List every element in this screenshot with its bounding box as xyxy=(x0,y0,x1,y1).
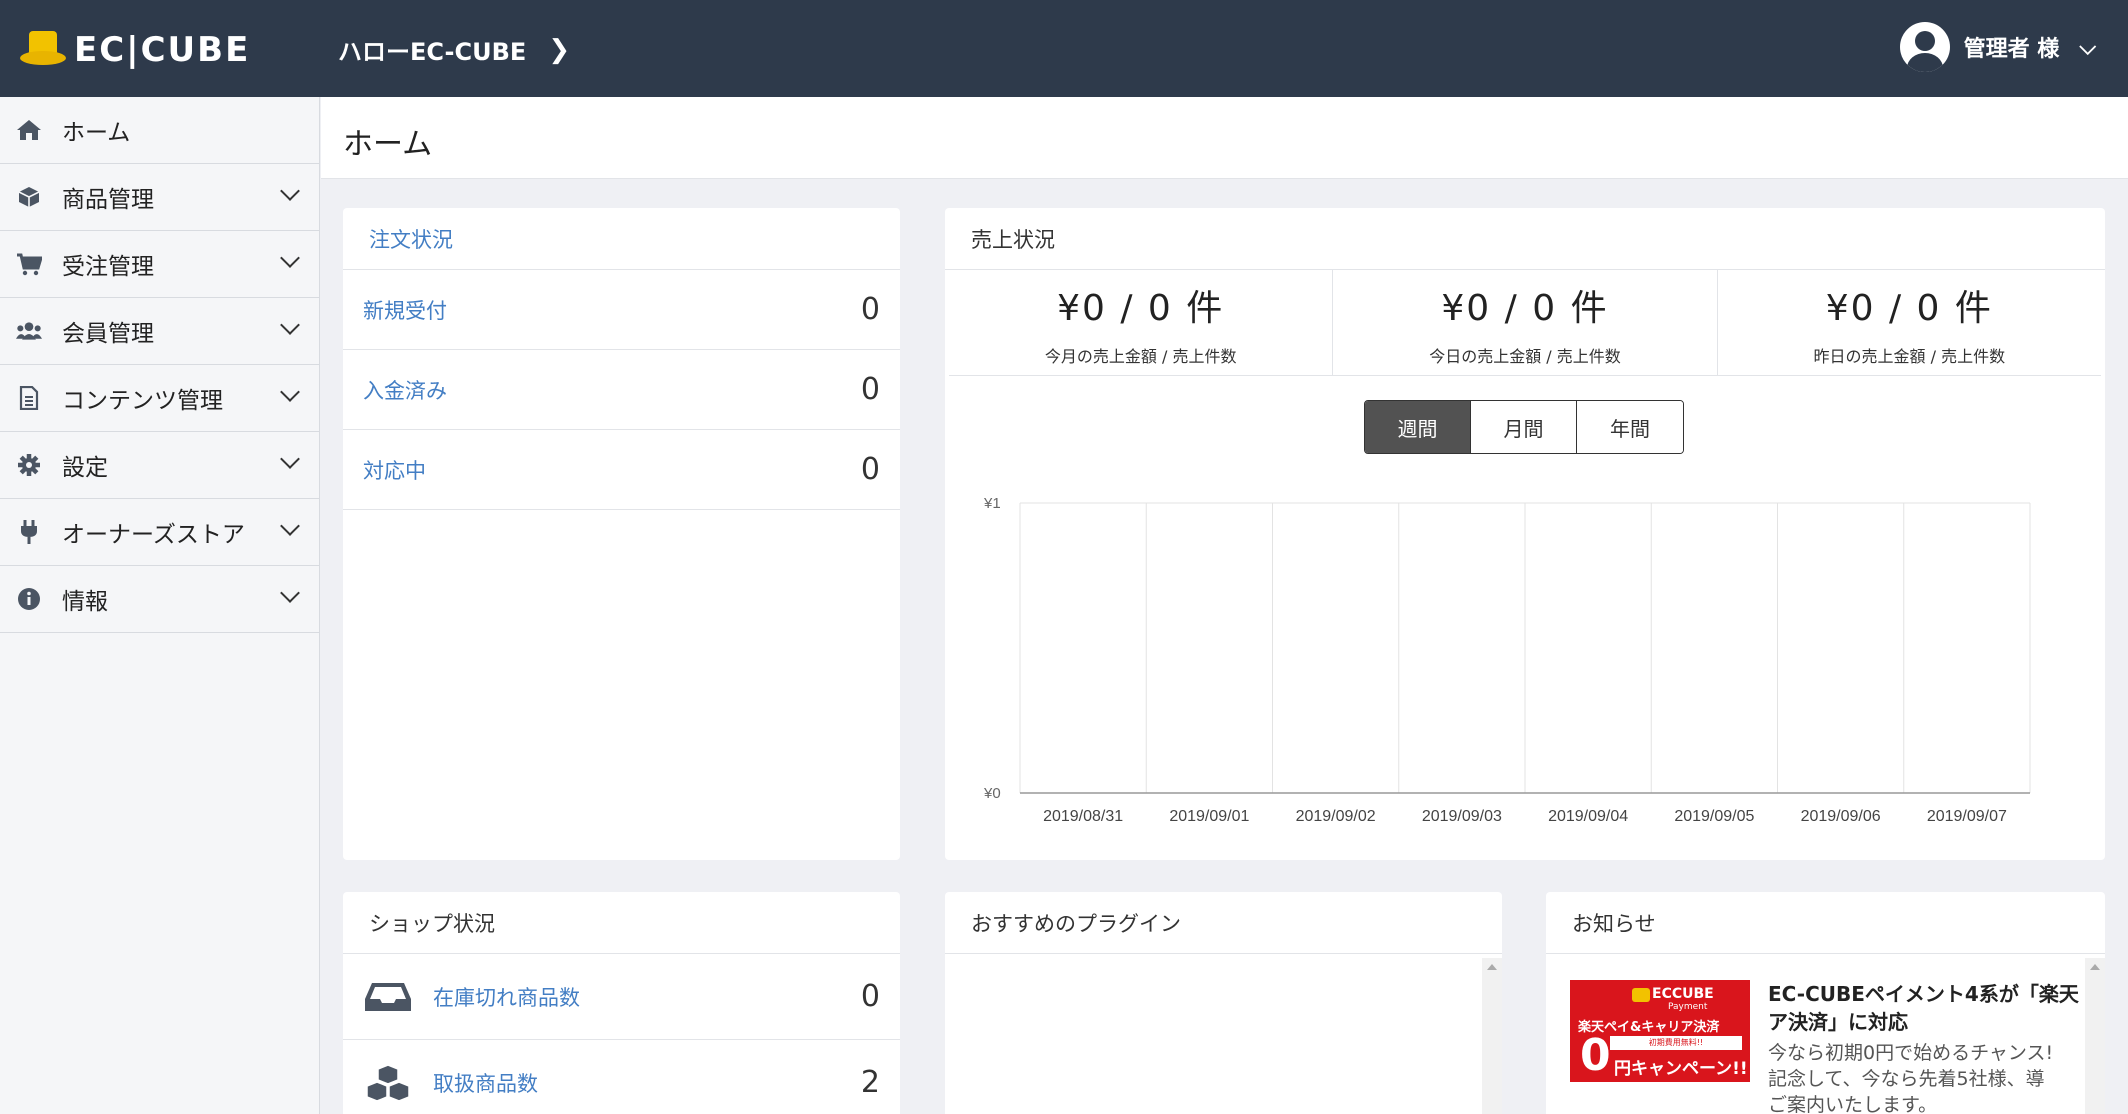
hat-logo-icon xyxy=(1632,988,1650,1002)
banner-brand: ECCUBE xyxy=(1652,986,1714,1002)
user-menu[interactable]: 管理者 様 ⌵ xyxy=(1899,22,2096,72)
order-row-paid[interactable]: 入金済み 0 xyxy=(343,350,900,430)
chart-x-tick-label: 2019/09/03 xyxy=(1422,808,1502,825)
file-icon xyxy=(16,385,42,411)
news-item-title[interactable]: EC-CUBEペイメント4系が「楽天 ア決済」に対応 xyxy=(1768,980,2088,1036)
sales-status-card: 売上状況 ¥0 / 0 件 今月の売上金額 / 売上件数 ¥0 / 0 件 今日… xyxy=(945,208,2105,860)
shop-row-out-of-stock[interactable]: 在庫切れ商品数 0 xyxy=(343,954,900,1040)
chevron-down-icon: ⌵ xyxy=(2079,34,2096,60)
chart-y-tick-label: ¥1 xyxy=(983,495,1001,512)
scroll-up-icon[interactable] xyxy=(2090,964,2100,970)
info-icon xyxy=(16,586,42,612)
order-count: 0 xyxy=(860,292,880,327)
shop-name-link[interactable]: ハローEC-CUBE ❯ xyxy=(338,32,570,67)
news-title: お知らせ xyxy=(1546,892,2105,954)
chart-x-tick-label: 2019/09/06 xyxy=(1801,808,1881,825)
order-count: 0 xyxy=(860,372,880,407)
order-row-in-progress[interactable]: 対応中 0 xyxy=(343,430,900,510)
sidebar-item-label: コンテンツ管理 xyxy=(62,388,223,414)
shop-name: ハローEC-CUBE xyxy=(338,38,527,66)
chart-x-tick-label: 2019/09/01 xyxy=(1169,808,1249,825)
banner-campaign: 円キャンペーン!! xyxy=(1614,1059,1748,1079)
logo-text: EC|CUBE xyxy=(74,30,251,70)
sidebar-item-members[interactable]: 会員管理 xyxy=(0,298,319,365)
chevron-down-icon xyxy=(280,181,300,201)
chevron-right-icon: ❯ xyxy=(548,34,571,65)
shop-row-products[interactable]: 取扱商品数 2 xyxy=(343,1040,900,1114)
chart-y-tick-label: ¥0 xyxy=(983,785,1001,802)
chevron-down-icon xyxy=(280,449,300,469)
cart-icon xyxy=(16,251,42,277)
sidebar-item-label: 受注管理 xyxy=(62,254,154,280)
scroll-up-icon[interactable] xyxy=(1487,964,1497,970)
user-avatar-icon xyxy=(1899,22,1950,72)
chevron-down-icon xyxy=(280,315,300,335)
sidebar-item-label: 情報 xyxy=(62,589,108,615)
shop-label[interactable]: 取扱商品数 xyxy=(433,1068,538,1098)
plug-icon xyxy=(16,519,42,545)
page-title-bar: ホーム xyxy=(321,97,2128,179)
recommended-plugins-title: おすすめのプラグイン xyxy=(945,892,1502,954)
news-card: お知らせ ECCUBE Payment 楽天ペイ&キャリア決済 初期費用無料!!… xyxy=(1546,892,2105,1114)
shop-count: 2 xyxy=(860,1065,880,1100)
order-label[interactable]: 入金済み xyxy=(363,375,447,405)
chart-x-tick-label: 2019/09/07 xyxy=(1927,808,2007,825)
sidebar-item-info[interactable]: 情報 xyxy=(0,566,319,633)
user-name: 管理者 様 xyxy=(1963,37,2060,62)
recommended-plugins-card: おすすめのプラグイン xyxy=(945,892,1502,1114)
order-status-card: 注文状況 新規受付 0 入金済み 0 対応中 0 xyxy=(343,208,900,860)
sidebar-item-contents[interactable]: コンテンツ管理 xyxy=(0,365,319,432)
sidebar-item-label: オーナーズストア xyxy=(62,522,245,548)
chevron-down-icon xyxy=(280,583,300,603)
box-icon xyxy=(16,184,42,210)
banner-zero: 0 xyxy=(1580,1030,1611,1081)
sidebar-item-settings[interactable]: 設定 xyxy=(0,432,319,499)
order-count: 0 xyxy=(860,452,880,487)
inbox-icon xyxy=(363,977,413,1017)
chevron-down-icon xyxy=(280,248,300,268)
ec-cube-logo[interactable]: EC|CUBE xyxy=(20,30,250,70)
sidebar-item-products[interactable]: 商品管理 xyxy=(0,164,319,231)
shop-count: 0 xyxy=(860,979,880,1014)
sidebar-item-label: 商品管理 xyxy=(62,187,154,213)
sidebar-item-label: 設定 xyxy=(62,455,108,481)
chart-x-tick-label: 2019/08/31 xyxy=(1043,808,1123,825)
sidebar-item-home[interactable]: ホーム xyxy=(0,97,319,164)
banner-brand-sub: Payment xyxy=(1668,1002,1708,1012)
sidebar-item-label: ホーム xyxy=(62,120,131,146)
sidebar-item-orders[interactable]: 受注管理 xyxy=(0,231,319,298)
chevron-down-icon xyxy=(280,516,300,536)
top-header: EC|CUBE ハローEC-CUBE ❯ 管理者 様 ⌵ xyxy=(0,0,2128,97)
shop-status-card: ショップ状況 在庫切れ商品数 0 取扱商品数 2 xyxy=(343,892,900,1114)
news-scrollbar[interactable] xyxy=(2085,958,2105,1114)
page-title: ホーム xyxy=(343,127,433,162)
hat-logo-icon xyxy=(20,31,66,69)
cubes-icon xyxy=(363,1063,413,1103)
gear-icon xyxy=(16,452,42,478)
order-row-new[interactable]: 新規受付 0 xyxy=(343,270,900,350)
users-icon xyxy=(16,318,42,344)
chevron-down-icon xyxy=(280,382,300,402)
chart-x-tick-label: 2019/09/05 xyxy=(1674,808,1754,825)
plugins-scrollbar[interactable] xyxy=(1482,958,1502,1114)
banner-badge: 初期費用無料!! xyxy=(1610,1036,1742,1050)
order-status-title[interactable]: 注文状況 xyxy=(343,208,900,270)
order-label[interactable]: 新規受付 xyxy=(363,295,447,325)
sidebar-item-owners-store[interactable]: オーナーズストア xyxy=(0,499,319,566)
home-icon xyxy=(16,117,42,143)
news-item-body: 今なら初期0円で始めるチャンス! 記念して、今なら先着5社様、導 ご案内いたしま… xyxy=(1768,1042,2054,1114)
shop-status-title: ショップ状況 xyxy=(343,892,900,954)
shop-label[interactable]: 在庫切れ商品数 xyxy=(433,982,580,1012)
chart-x-tick-label: 2019/09/02 xyxy=(1296,808,1376,825)
sales-chart: ¥0 ¥1 2019/08/31 2019/09/01 2019/09/02 2019/0… xyxy=(983,495,2031,825)
news-banner-image[interactable]: ECCUBE Payment 楽天ペイ&キャリア決済 初期費用無料!! 0 円キ… xyxy=(1570,980,1750,1082)
news-item[interactable]: ECCUBE Payment 楽天ペイ&キャリア決済 初期費用無料!! 0 円キ… xyxy=(1570,980,2088,1114)
sidebar: ホーム 商品管理 受注管理 会員管理 コンテンツ管理 設定 オーナーズストア 情… xyxy=(0,97,320,1114)
news-text: EC-CUBEペイメント4系が「楽天 ア決済」に対応 今なら初期0円で始めるチャ… xyxy=(1768,980,2088,1114)
sidebar-item-label: 会員管理 xyxy=(62,321,154,347)
chart-x-tick-label: 2019/09/04 xyxy=(1548,808,1628,825)
order-label[interactable]: 対応中 xyxy=(363,455,426,485)
